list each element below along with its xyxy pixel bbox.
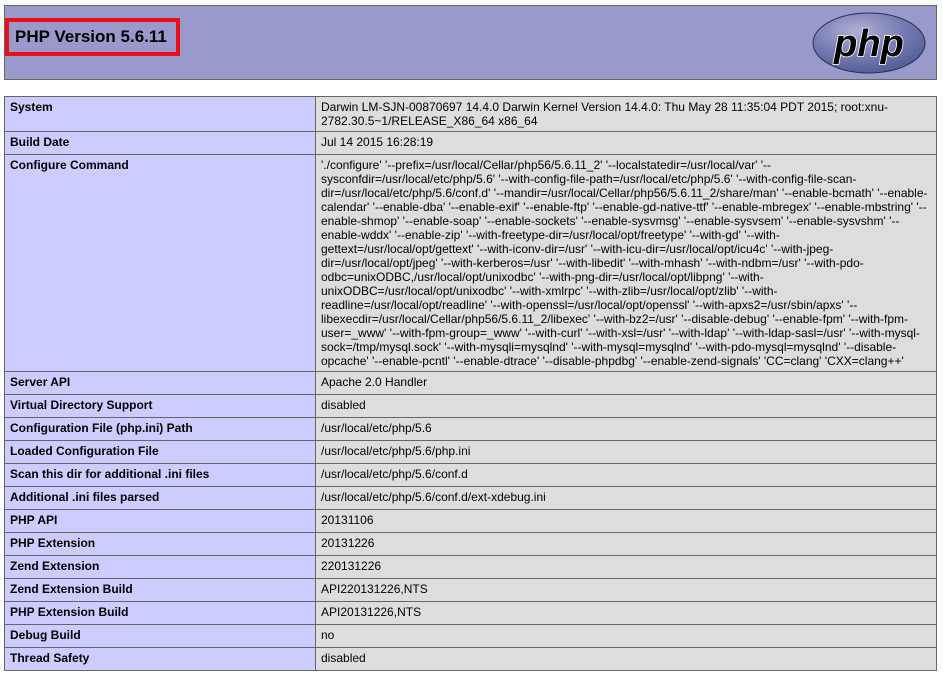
setting-value: 220131226 <box>315 555 937 579</box>
table-row: Scan this dir for additional .ini files /… <box>4 463 937 487</box>
setting-value: API20131226,NTS <box>315 601 937 625</box>
php-logo-text: php <box>833 23 904 65</box>
setting-label: Virtual Directory Support <box>4 394 316 418</box>
table-row: Configure Command './configure' '--prefix… <box>4 154 937 372</box>
setting-value: API220131226,NTS <box>315 578 937 602</box>
setting-label: Loaded Configuration File <box>4 440 316 464</box>
table-row: Virtual Directory Support disabled <box>4 394 937 418</box>
setting-label: Debug Build <box>4 624 316 648</box>
setting-value: 20131226 <box>315 532 937 556</box>
setting-label: Configuration File (php.ini) Path <box>4 417 316 441</box>
setting-value: 20131106 <box>315 509 937 533</box>
setting-label: Zend Extension Build <box>4 578 316 602</box>
table-row: Configuration File (php.ini) Path/usr/lo… <box>4 417 937 441</box>
setting-label: PHP Extension <box>4 532 316 556</box>
setting-value: Jul 14 2015 16:28:19 <box>315 131 937 155</box>
table-row: Thread Safety disabled <box>4 647 937 671</box>
setting-label: Build Date <box>4 131 316 155</box>
setting-label: Configure Command <box>4 154 316 372</box>
table-row: Build Date Jul 14 2015 16:28:19 <box>4 131 937 155</box>
setting-value: /usr/local/etc/php/5.6/conf.d <box>315 463 937 487</box>
setting-label: PHP API <box>4 509 316 533</box>
table-row: System Darwin LM-SJN-00870697 14.4.0 Darw… <box>4 96 937 132</box>
table-row: Zend Extension Build API220131226,NTS <box>4 578 937 602</box>
setting-label: Additional .ini files parsed <box>4 486 316 510</box>
setting-value: disabled <box>315 394 937 418</box>
page-title: PHP Version 5.6.11 <box>15 27 167 46</box>
setting-value: /usr/local/etc/php/5.6 <box>315 417 937 441</box>
table-row: Loaded Configuration File/usr/local/etc/… <box>4 440 937 464</box>
setting-value: Darwin LM-SJN-00870697 14.4.0 Darwin Ker… <box>315 96 937 132</box>
setting-value: Apache 2.0 Handler <box>315 371 937 395</box>
setting-label: System <box>4 96 316 132</box>
setting-value: no <box>315 624 937 648</box>
setting-label: Thread Safety <box>4 647 316 671</box>
php-info-table: System Darwin LM-SJN-00870697 14.4.0 Darw… <box>4 96 937 671</box>
setting-label: Scan this dir for additional .ini files <box>4 463 316 487</box>
setting-label: Zend Extension <box>4 555 316 579</box>
table-row: Additional .ini files parsed/usr/local/e… <box>4 486 937 510</box>
setting-value: './configure' '--prefix=/usr/local/Cella… <box>315 154 937 372</box>
table-row: Zend Extension 220131226 <box>4 555 937 579</box>
setting-value: /usr/local/etc/php/5.6/php.ini <box>315 440 937 464</box>
setting-value: /usr/local/etc/php/5.6/conf.d/ext-xdebug… <box>315 486 937 510</box>
table-row: Debug Build no <box>4 624 937 648</box>
setting-value: disabled <box>315 647 937 671</box>
table-row: PHP Extension Build API20131226,NTS <box>4 601 937 625</box>
setting-label: Server API <box>4 371 316 395</box>
php-logo-icon: php <box>812 12 926 74</box>
php-header: PHP Version 5.6.11 php <box>4 5 937 80</box>
setting-label: PHP Extension Build <box>4 601 316 625</box>
table-row: Server API Apache 2.0 Handler <box>4 371 937 395</box>
table-row: PHP Extension 20131226 <box>4 532 937 556</box>
title-highlight-box: PHP Version 5.6.11 <box>5 18 180 56</box>
table-row: PHP API 20131106 <box>4 509 937 533</box>
